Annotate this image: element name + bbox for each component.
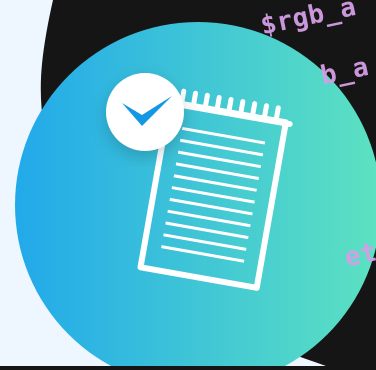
illustration-svg [0,0,376,370]
code-line-3: et [342,237,376,274]
checkmark-badge [106,73,184,151]
hero-illustration: $rgb_a b_a et [0,0,376,370]
